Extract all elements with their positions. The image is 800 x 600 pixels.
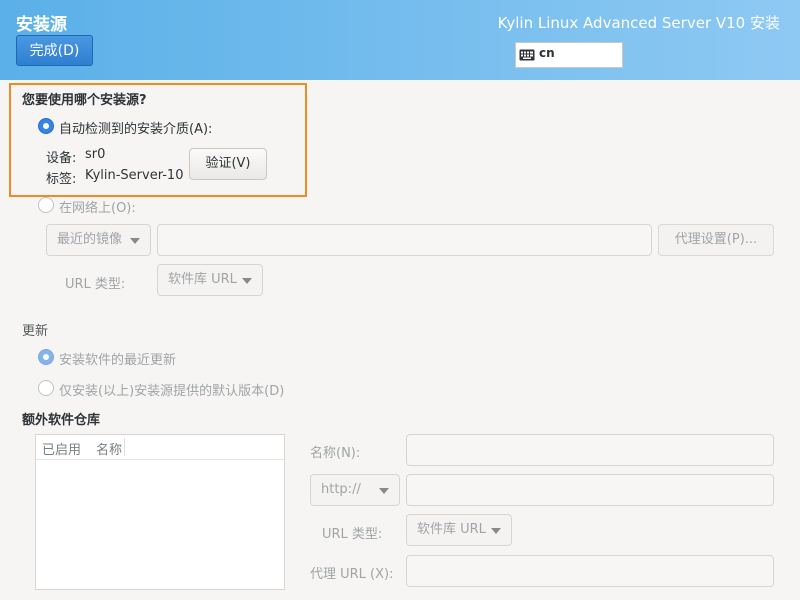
- default-version-radio[interactable]: [38, 380, 54, 396]
- keyboard-icon: [519, 49, 535, 61]
- proxy-url-label: 代理 URL (X):: [310, 567, 394, 582]
- repo-name-label: 名称(N):: [310, 446, 361, 461]
- repo-list[interactable]: 已启用 名称: [35, 434, 285, 590]
- proxy-url-input[interactable]: [406, 555, 774, 587]
- repo-url-input[interactable]: [406, 474, 774, 506]
- auto-detect-radio[interactable]: [38, 118, 54, 134]
- repos-heading: 额外软件仓库: [22, 413, 101, 428]
- protocol-combo[interactable]: http://: [310, 474, 400, 506]
- verify-button[interactable]: 验证(V): [189, 148, 267, 180]
- repo-list-header: 已启用 名称: [36, 435, 284, 460]
- chevron-down-icon: [130, 238, 140, 244]
- auto-detect-label[interactable]: 自动检测到的安装介质(A):: [59, 118, 212, 137]
- source-question: 您要使用哪个安装源?: [22, 93, 147, 108]
- network-label[interactable]: 在网络上(O):: [59, 197, 136, 216]
- done-button[interactable]: 完成(D): [16, 35, 93, 66]
- tag-label: 标签:: [46, 172, 77, 187]
- column-enabled[interactable]: 已启用: [42, 439, 81, 458]
- latest-updates-radio[interactable]: [38, 349, 54, 365]
- default-version-label[interactable]: 仅安装(以上)安装源提供的默认版本(D): [59, 380, 284, 399]
- repo-name-input[interactable]: [406, 434, 774, 466]
- chevron-down-icon: [379, 488, 389, 494]
- column-divider: [124, 438, 125, 456]
- url-type-combo-label: 软件库 URL: [168, 272, 237, 287]
- network-radio[interactable]: [38, 197, 54, 213]
- chevron-down-icon: [491, 528, 501, 534]
- device-label: 设备:: [46, 151, 77, 166]
- network-url-input[interactable]: [157, 224, 652, 256]
- latest-updates-label[interactable]: 安装软件的最近更新: [59, 349, 176, 368]
- product-title: Kylin Linux Advanced Server V10 安装: [497, 14, 780, 32]
- keyboard-layout-label: cn: [539, 46, 555, 60]
- keyboard-layout-indicator[interactable]: cn: [515, 42, 623, 68]
- device-value: sr0: [85, 147, 106, 162]
- url-type-combo[interactable]: 软件库 URL: [157, 264, 263, 296]
- url-type-label: URL 类型:: [65, 277, 126, 292]
- page-title: 安装源: [16, 15, 67, 35]
- mirror-combo-label: 最近的镜像: [57, 232, 123, 247]
- tag-value: Kylin-Server-10: [85, 168, 184, 183]
- repo-url-type-combo-label: 软件库 URL: [417, 522, 486, 537]
- repo-url-type-label: URL 类型:: [322, 527, 383, 542]
- updates-heading: 更新: [22, 324, 49, 339]
- protocol-combo-label: http://: [321, 482, 361, 497]
- mirror-combo[interactable]: 最近的镜像: [46, 224, 151, 256]
- chevron-down-icon: [242, 278, 252, 284]
- proxy-settings-button[interactable]: 代理设置(P)...: [658, 224, 774, 256]
- repo-url-type-combo[interactable]: 软件库 URL: [406, 514, 512, 546]
- column-name[interactable]: 名称: [96, 439, 122, 458]
